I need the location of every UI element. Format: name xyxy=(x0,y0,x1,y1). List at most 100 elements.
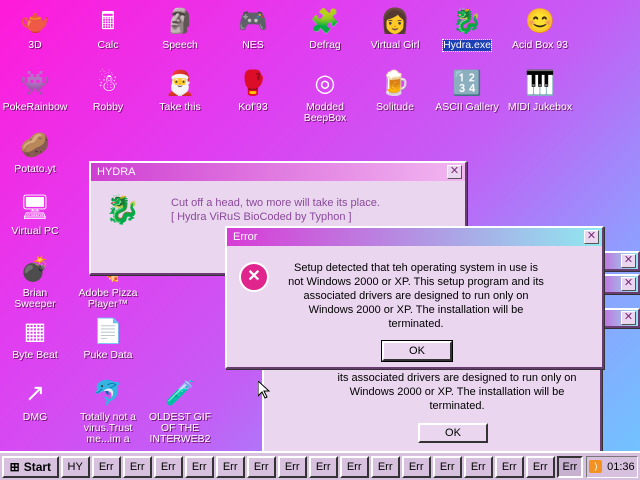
desktop-icon[interactable]: 🎹 MIDI Jukebox xyxy=(507,68,573,113)
taskbar-button[interactable]: Err xyxy=(91,455,121,478)
app-icon: 🐉 xyxy=(452,8,482,35)
desktop-icon[interactable]: 👾 PokeRainbow xyxy=(2,68,68,113)
desktop-icon[interactable]: 🥊 Kof'93 xyxy=(220,68,286,113)
desktop-icon-label: Kof'93 xyxy=(238,101,268,113)
desktop-icon[interactable]: 🖩 Calc xyxy=(75,6,141,51)
app-icon: 🫖 xyxy=(20,8,50,35)
app-icon: 🥔 xyxy=(20,132,50,159)
close-icon[interactable]: ✕ xyxy=(447,165,462,179)
taskbar-button[interactable]: Err xyxy=(184,455,214,478)
taskbar-button[interactable]: HY xyxy=(60,455,90,478)
desktop-icon-label: Brian Sweeper xyxy=(14,287,56,310)
app-icon: 💣 xyxy=(20,256,50,283)
close-icon[interactable]: ✕ xyxy=(621,277,636,291)
taskbar-button[interactable]: Err xyxy=(339,455,369,478)
desktop-icon-label: NES xyxy=(242,39,264,51)
close-icon[interactable]: ✕ xyxy=(584,230,599,244)
desktop-icon-label: MIDI Jukebox xyxy=(507,101,573,113)
app-icon: 🐬 xyxy=(93,380,123,407)
desktop-icon[interactable]: ▦ Byte Beat xyxy=(2,316,68,361)
task-list: HY Err Err Err Err Err Err Err Err Err Err Err Err Er… xyxy=(59,455,555,478)
desktop-icon[interactable]: 🧩 Defrag xyxy=(292,6,358,51)
start-label: Start xyxy=(23,459,52,474)
desktop-icon[interactable]: 😊 Acid Box 93 xyxy=(507,6,573,51)
ok-button[interactable]: OK xyxy=(381,340,453,362)
desktop-icon[interactable]: 🔢 ASCII Gallery xyxy=(434,68,500,113)
desktop-icon-label: DMG xyxy=(22,411,48,423)
app-icon: ↗ xyxy=(24,380,46,407)
desktop-icon-label: Totally not a virus.Trust me...im a xyxy=(79,411,137,445)
desktop-icon[interactable]: 🥔 Potato.yt xyxy=(2,130,68,175)
desktop-icon[interactable]: 🗿 Speech xyxy=(147,6,213,51)
desktop-icon-label: Virtual PC xyxy=(11,225,59,237)
back-ok-button[interactable]: OK xyxy=(418,423,488,443)
desktop-icon-label: PokeRainbow xyxy=(2,101,68,113)
app-icon: ◎ xyxy=(314,70,336,97)
desktop-icon[interactable]: ↗ DMG xyxy=(2,378,68,423)
desktop-icon[interactable]: 🧪 OLDEST GIF OF THE INTERWEB2 xyxy=(147,378,213,445)
desktop-icon-label: Virtual Girl xyxy=(370,39,420,51)
taskbar-button[interactable]: Err xyxy=(401,455,431,478)
app-icon: 🎹 xyxy=(525,70,555,97)
hydra-dragon-icon: 🐉 xyxy=(105,194,140,225)
desktop-icon[interactable]: 🐬 Totally not a virus.Trust me...im a xyxy=(75,378,141,445)
taskbar-button[interactable]: Err xyxy=(432,455,462,478)
app-icon: 👩 xyxy=(380,8,410,35)
app-icon: 🔢 xyxy=(452,70,482,97)
desktop-icon-label: Acid Box 93 xyxy=(511,39,569,51)
taskbar-button[interactable]: Err xyxy=(122,455,152,478)
desktop-icon[interactable]: 📄 Puke Data xyxy=(75,316,141,361)
app-icon: 🧩 xyxy=(310,8,340,35)
desktop-icon[interactable]: 💣 Brian Sweeper xyxy=(2,254,68,310)
desktop-icon-label: Speech xyxy=(162,39,198,51)
taskbar-button[interactable]: Err xyxy=(215,455,245,478)
desktop-icon[interactable]: 🐉 Hydra.exe xyxy=(434,6,500,52)
app-icon: 😊 xyxy=(525,8,555,35)
start-button[interactable]: ⊞ Start xyxy=(2,455,59,478)
close-icon[interactable]: ✕ xyxy=(621,311,636,325)
system-tray: ) 01:36 xyxy=(586,455,638,478)
taskbar-button[interactable]: Err xyxy=(370,455,400,478)
taskbar-button[interactable]: Err xyxy=(308,455,338,478)
desktop-icon-label: Hydra.exe xyxy=(442,39,492,52)
error-title: Error xyxy=(233,231,258,243)
desktop-icon[interactable]: ☃ Robby xyxy=(75,68,141,113)
desktop-icon-label: Robby xyxy=(92,101,124,113)
desktop-icon[interactable]: 🫖 3D xyxy=(2,6,68,51)
app-icon: 🥊 xyxy=(238,70,268,97)
clock: 01:36 xyxy=(607,460,635,473)
app-icon: 🍺 xyxy=(380,70,410,97)
desktop-icon-label: Puke Data xyxy=(83,349,133,361)
taskbar-button[interactable]: Err xyxy=(246,455,276,478)
hydra-line-2: [ Hydra ViRuS BioCoded by Typhon ] xyxy=(171,211,352,223)
rss-icon[interactable]: ) xyxy=(589,460,603,473)
app-icon: 🧪 xyxy=(165,380,195,407)
desktop-icon-label: Byte Beat xyxy=(12,349,58,361)
hydra-titlebar[interactable]: HYDRA ✕ xyxy=(91,163,465,181)
desktop-icon[interactable]: ◎ Modded BeepBox xyxy=(292,68,358,124)
desktop-icon-label: Potato.yt xyxy=(14,163,56,175)
taskbar-button[interactable]: Err xyxy=(463,455,493,478)
desktop-icon[interactable]: 🍺 Solitude xyxy=(362,68,428,113)
error-window: Error ✕ ✕ Setup detected that teh operat… xyxy=(225,226,604,369)
desktop-icon-label: ASCII Gallery xyxy=(435,101,499,113)
desktop-icon-label: Defrag xyxy=(309,39,341,51)
desktop-icon[interactable]: 👩 Virtual Girl xyxy=(362,6,428,51)
desktop-icon-label: Calc xyxy=(97,39,119,51)
close-icon[interactable]: ✕ xyxy=(621,254,636,268)
taskbar-button[interactable]: Err xyxy=(153,455,183,478)
error-message: Setup detected that teh operating system… xyxy=(288,262,544,330)
desktop-icon-label: Take this xyxy=(159,101,201,113)
app-icon: 🎅 xyxy=(165,70,195,97)
desktop-icon[interactable]: 🎮 NES xyxy=(220,6,286,51)
mouse-cursor-icon xyxy=(258,381,270,399)
error-titlebar[interactable]: Error ✕ xyxy=(227,228,602,246)
active-task[interactable]: Err xyxy=(556,455,583,478)
desktop-icon[interactable]: 🖥 Virtual PC xyxy=(2,192,68,237)
desktop-icon-label: Modded BeepBox xyxy=(303,101,347,124)
desktop-icon-label: Solitude xyxy=(376,101,414,113)
taskbar-button[interactable]: Err xyxy=(494,455,524,478)
desktop-icon[interactable]: 🎅 Take this xyxy=(147,68,213,113)
taskbar-button[interactable]: Err xyxy=(525,455,555,478)
taskbar-button[interactable]: Err xyxy=(277,455,307,478)
